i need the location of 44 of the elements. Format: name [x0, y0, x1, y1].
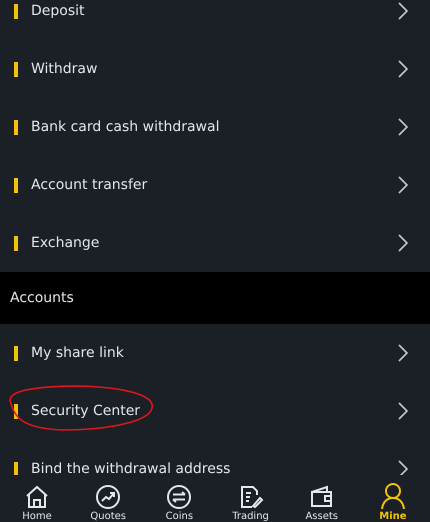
nav-tab[interactable]: Coins	[148, 475, 210, 522]
menu-label: Security Center	[31, 403, 142, 419]
accent-bar	[14, 462, 18, 475]
menu-label: Bank card cash withdrawal	[31, 119, 220, 135]
accent-bar	[14, 236, 18, 250]
accent-bar	[14, 4, 18, 18]
nav-tab[interactable]: Home	[6, 475, 68, 522]
chevron-right-icon	[398, 176, 408, 194]
trend-chart-icon	[95, 484, 122, 510]
accent-bar	[14, 120, 18, 134]
menu-label: Account transfer	[31, 177, 148, 193]
menu-row[interactable]: Bind the withdrawal address	[0, 440, 430, 475]
menu-row[interactable]: Bank card cash withdrawal	[0, 98, 430, 156]
chevron-right-icon	[398, 402, 408, 420]
nav-tab[interactable]: Quotes	[77, 475, 140, 522]
accent-bar	[14, 346, 18, 360]
accent-bar	[14, 404, 18, 418]
menu-row[interactable]: Security Center	[0, 382, 430, 440]
menu-label: Deposit	[31, 3, 86, 19]
exchange-icon	[166, 484, 192, 510]
menu-row[interactable]: Withdraw	[0, 40, 430, 98]
nav-tab[interactable]: Mine	[362, 475, 424, 522]
accent-bar	[14, 62, 18, 76]
home-icon	[24, 484, 50, 510]
menu-row[interactable]: Exchange	[0, 214, 430, 272]
chevron-right-icon	[398, 60, 408, 78]
person-icon	[378, 482, 407, 510]
menu-row[interactable]: My share link	[0, 324, 430, 382]
menu-label: Exchange	[31, 235, 100, 251]
chevron-right-icon	[398, 344, 408, 362]
chevron-right-icon	[398, 118, 408, 136]
nav-tab[interactable]: Assets	[290, 475, 353, 522]
chevron-right-icon	[398, 460, 408, 475]
chevron-right-icon	[398, 2, 408, 20]
menu-label: My share link	[31, 345, 125, 361]
menu-label: Bind the withdrawal address	[31, 461, 232, 475]
menu-row[interactable]: Account transfer	[0, 156, 430, 214]
wallet-icon	[308, 484, 335, 510]
nav-tab[interactable]: Trading	[220, 475, 282, 522]
accent-bar	[14, 178, 18, 192]
section-title: Accounts	[10, 290, 74, 306]
chevron-right-icon	[398, 234, 408, 252]
menu-label: Withdraw	[31, 61, 98, 77]
menu-row[interactable]: Deposit	[0, 0, 430, 40]
